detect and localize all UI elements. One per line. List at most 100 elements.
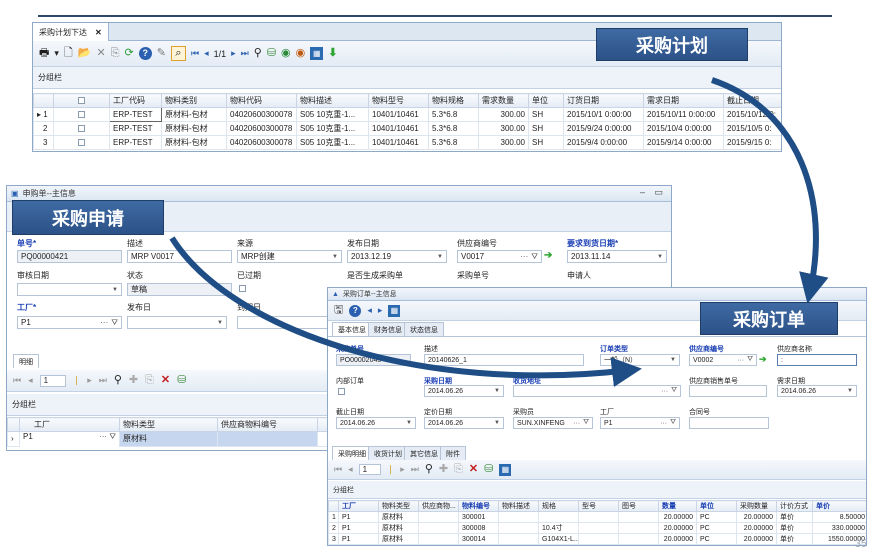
- next-icon[interactable]: ▸: [400, 465, 405, 474]
- row-checkbox[interactable]: [53, 135, 110, 150]
- column-header[interactable]: 截止日期: [723, 93, 781, 108]
- audit-date-field[interactable]: ▼: [17, 283, 122, 296]
- buyer-field[interactable]: SUN.XINFENG ··· ⛛: [513, 417, 593, 429]
- column-header[interactable]: 工厂代码: [109, 93, 162, 108]
- copy-row-icon[interactable]: ⎘: [145, 375, 154, 386]
- column-header[interactable]: 订货日期: [563, 93, 644, 108]
- doc-no-field[interactable]: PQ00000421: [17, 250, 122, 263]
- prev-icon[interactable]: ◂: [28, 376, 33, 385]
- print-icon[interactable]: 🖶: [39, 48, 49, 59]
- column-header[interactable]: 物料描述: [296, 93, 369, 108]
- req-date-field[interactable]: 2013.11.14 ▼: [567, 250, 667, 263]
- table-row[interactable]: 2 ERP-TEST 原材料-包材 04020600300078 S05 10克…: [33, 121, 781, 136]
- table-row[interactable]: 3 P1 原材料 300014 G104X1-L... 20.00000 PC …: [328, 533, 866, 545]
- filter-icon[interactable]: ⛁: [177, 375, 186, 386]
- binoculars-icon[interactable]: ⚲: [114, 375, 122, 386]
- delete-row-icon[interactable]: ✕: [161, 375, 170, 386]
- cell[interactable]: P1 ··· ⛛: [20, 432, 119, 446]
- prev-icon[interactable]: ◂: [204, 49, 209, 58]
- po-date-field[interactable]: 2014.06.26 ▼: [424, 385, 504, 397]
- first-icon[interactable]: ⏮: [191, 49, 199, 58]
- minimize-icon[interactable]: –: [640, 187, 645, 197]
- tab-status-info[interactable]: 状态信息: [404, 322, 444, 336]
- ship-addr-field[interactable]: ··· ⛛: [513, 385, 681, 397]
- record-alt-icon[interactable]: ◉: [296, 48, 306, 59]
- chevron-down-icon[interactable]: ▾: [54, 49, 59, 58]
- column-header[interactable]: 物料类别: [161, 93, 227, 108]
- pager-field[interactable]: 1: [358, 464, 381, 475]
- column-header[interactable]: 物料类型: [378, 500, 419, 512]
- delete-row-icon[interactable]: ✕: [469, 464, 478, 475]
- column-header[interactable]: 供应商物...: [418, 500, 459, 512]
- tab-purchase-plan[interactable]: 采购计划下达 ✕: [33, 23, 109, 41]
- next-icon[interactable]: ▸: [87, 376, 92, 385]
- column-header[interactable]: 采购数量: [736, 500, 777, 512]
- column-header[interactable]: 规格: [538, 500, 579, 512]
- column-header[interactable]: 物料类型: [119, 417, 218, 432]
- price-date-field[interactable]: 2014.06.26 ▼: [424, 417, 504, 429]
- supplier-no-field[interactable]: V0017 ··· ⛛: [457, 250, 542, 263]
- add-row-icon[interactable]: ✚: [129, 375, 138, 386]
- column-header[interactable]: 需求数量: [478, 93, 529, 108]
- expired-checkbox[interactable]: [239, 285, 246, 292]
- network-icon[interactable]: ▦: [388, 304, 401, 317]
- first-icon[interactable]: ⏮: [13, 376, 21, 385]
- issue-date-field[interactable]: 2013.12.19 ▼: [347, 250, 447, 263]
- help-icon[interactable]: ?: [349, 304, 362, 317]
- column-header[interactable]: 单位: [528, 93, 564, 108]
- desc-field[interactable]: 20140626_1: [424, 354, 584, 366]
- tab-receipt-plan[interactable]: 收货计划: [368, 446, 408, 460]
- last-icon[interactable]: ⏭: [241, 49, 249, 58]
- down-arrow-icon[interactable]: ⬇: [328, 48, 337, 59]
- refresh-icon[interactable]: ⟳: [125, 48, 134, 59]
- row-checkbox[interactable]: [53, 107, 110, 122]
- tab-attachment[interactable]: 附件: [440, 446, 466, 460]
- go-arrow-icon[interactable]: ➔: [759, 354, 767, 365]
- copy-row-icon[interactable]: ⎘: [454, 464, 463, 475]
- last-icon[interactable]: ⏭: [411, 465, 419, 474]
- filter-icon[interactable]: ⛁: [484, 464, 493, 475]
- column-header[interactable]: 供应商物料编号: [217, 417, 318, 432]
- copy-icon[interactable]: ⎘: [111, 48, 120, 59]
- column-header[interactable]: 需求日期: [643, 93, 724, 108]
- internal-order-checkbox[interactable]: [338, 388, 345, 395]
- column-header[interactable]: 物料编号: [458, 500, 499, 512]
- prev-icon[interactable]: ◂: [348, 465, 353, 474]
- column-header[interactable]: 单位: [696, 500, 737, 512]
- table-row[interactable]: 2 P1 原材料 300008 10.4寸 20.00000 PC 20.000…: [328, 522, 866, 534]
- find-icon[interactable]: ⌕: [170, 46, 186, 61]
- go-arrow-icon[interactable]: ➔: [544, 250, 552, 261]
- plant-field[interactable]: P1 ··· ⛛: [17, 316, 122, 329]
- column-header[interactable]: 数量: [658, 500, 697, 512]
- record-icon[interactable]: ◉: [281, 48, 291, 59]
- filter-icon[interactable]: ⛁: [267, 48, 276, 59]
- table-row[interactable]: ▸ 1 ERP-TEST 原材料-包材 04020600300078 S05 1…: [33, 107, 781, 122]
- req-date-field[interactable]: 2014.06.26 ▼: [777, 385, 857, 397]
- column-header[interactable]: 工厂: [338, 500, 379, 512]
- tab-basic-info[interactable]: 基本信息: [332, 322, 372, 336]
- table-row[interactable]: 1 P1 原材料 300001 20.00000 PC 20.00000 单价 …: [328, 511, 866, 523]
- tab-po-detail[interactable]: 采购明细: [332, 446, 372, 460]
- maximize-icon[interactable]: ▭: [654, 187, 663, 198]
- column-header[interactable]: 型号: [578, 500, 619, 512]
- new-icon[interactable]: 🗋: [64, 48, 73, 59]
- pager-field[interactable]: 1: [39, 374, 66, 387]
- tab-detail[interactable]: 明细: [13, 354, 39, 368]
- supplier-name-field[interactable]: :: [777, 354, 857, 366]
- add-row-icon[interactable]: ✚: [439, 464, 448, 475]
- plant-field[interactable]: P1 ··· ⛛: [600, 417, 680, 429]
- column-header[interactable]: 计价方式: [776, 500, 813, 512]
- column-header[interactable]: 物料描述: [498, 500, 539, 512]
- close-icon[interactable]: ✕: [95, 28, 102, 37]
- network-icon[interactable]: ▦: [499, 463, 512, 476]
- status-field[interactable]: 草稿: [127, 283, 232, 296]
- open-icon[interactable]: 📂: [78, 48, 92, 59]
- column-header[interactable]: 物料代码: [226, 93, 297, 108]
- row-checkbox[interactable]: [53, 121, 110, 136]
- save-icon[interactable]: 🖫: [334, 305, 343, 316]
- next-icon[interactable]: ▸: [231, 49, 236, 58]
- first-icon[interactable]: ⏮: [334, 465, 342, 474]
- select-all-checkbox[interactable]: [53, 93, 110, 108]
- delete-icon[interactable]: ✕: [96, 48, 105, 59]
- supplier-no-field[interactable]: V0002 ··· ⛛: [689, 354, 757, 366]
